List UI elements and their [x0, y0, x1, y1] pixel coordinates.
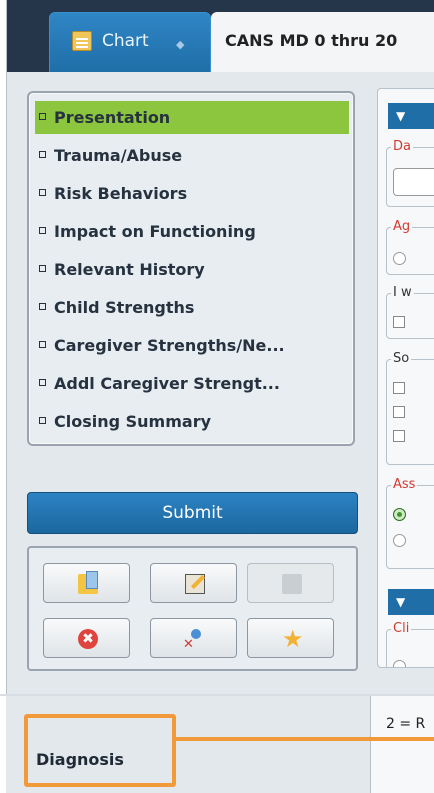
bullet-icon [39, 379, 46, 386]
assessment-label: Ass [391, 477, 418, 492]
nav-item-caregiver-strengths[interactable]: Caregiver Strengths/Ne... [35, 329, 349, 362]
bottom-right-panel [370, 696, 434, 793]
sticky-note-icon [282, 574, 302, 594]
nav-item-addl-caregiver-strengths[interactable]: Addl Caregiver Strengt... [35, 367, 349, 400]
nav-item-child-strengths[interactable]: Child Strengths [35, 291, 349, 324]
tab-strip: Chart ◆ CANS MD 0 thru 20 [7, 0, 434, 72]
bullet-icon [39, 151, 46, 158]
field-group-age: Ag [386, 219, 434, 275]
favorite-star-icon: ★ [282, 625, 304, 653]
field-group-source: So [386, 351, 434, 465]
iw-label: I w [391, 285, 414, 300]
tab-chart[interactable]: Chart ◆ [49, 12, 211, 72]
date-label: Da [391, 139, 413, 154]
nav-item-relevant-history[interactable]: Relevant History [35, 253, 349, 286]
collapse-icon: ▼ [396, 109, 406, 123]
assessment-radio[interactable] [393, 534, 406, 547]
toolbar-panel: ✖ ★ [27, 546, 358, 671]
bullet-icon [39, 265, 46, 272]
callout-connector [176, 737, 434, 741]
bullet-icon [39, 417, 46, 424]
source-checkbox-1[interactable] [393, 382, 405, 394]
source-checkbox-3[interactable] [393, 430, 405, 442]
tab-cans-label: CANS MD 0 thru 20 [225, 31, 398, 50]
bullet-icon [39, 189, 46, 196]
section-header-1[interactable]: ▼ [388, 103, 434, 129]
clinician-radio[interactable] [393, 660, 406, 667]
field-group-iw: I w [386, 285, 434, 339]
cancel-button[interactable]: ✖ [43, 618, 130, 658]
bullet-icon [39, 341, 46, 348]
age-radio[interactable] [393, 252, 406, 265]
tab-cans-md[interactable]: CANS MD 0 thru 20 [211, 12, 434, 72]
rating-text: 2 = R [386, 716, 426, 732]
nav-item-impact-on-functioning[interactable]: Impact on Functioning [35, 215, 349, 248]
field-group-assessment: Ass [386, 477, 434, 569]
field-group-clinician: Cli [386, 621, 434, 667]
age-label: Ag [391, 219, 413, 234]
tab-chart-label: Chart [102, 31, 149, 51]
remove-user-button[interactable] [150, 618, 237, 658]
pin-icon[interactable]: ◆ [176, 38, 184, 51]
callout-highlight-box [24, 714, 176, 787]
edit-note-button[interactable] [150, 563, 237, 603]
assessment-radio-selected[interactable] [393, 508, 406, 521]
bullet-icon [39, 227, 46, 234]
clinician-label: Cli [391, 621, 412, 636]
iw-checkbox[interactable] [393, 316, 405, 328]
open-document-button[interactable] [43, 563, 130, 603]
field-group-date: Da [386, 139, 434, 207]
form-area: ▼ Da Ag I w So Ass ▼ Cli [377, 88, 434, 668]
collapse-icon: ▼ [396, 595, 406, 609]
section-nav-panel: Presentation Trauma/Abuse Risk Behaviors… [27, 91, 355, 446]
submit-button[interactable]: Submit [27, 492, 358, 534]
favorite-button[interactable]: ★ [247, 618, 334, 658]
app-window: Chart ◆ CANS MD 0 thru 20 Presentation T… [6, 0, 434, 793]
nav-item-risk-behaviors[interactable]: Risk Behaviors [35, 177, 349, 210]
source-checkbox-2[interactable] [393, 406, 405, 418]
date-input[interactable] [393, 168, 434, 196]
open-document-icon [78, 571, 98, 594]
sticky-note-button[interactable] [247, 563, 334, 603]
clipboard-icon [72, 31, 92, 51]
bullet-icon [39, 113, 46, 120]
nav-item-closing-summary[interactable]: Closing Summary [35, 405, 349, 438]
edit-note-icon [185, 574, 205, 594]
bullet-icon [39, 303, 46, 310]
section-header-2[interactable]: ▼ [388, 589, 434, 615]
remove-user-icon [183, 629, 205, 652]
nav-item-presentation[interactable]: Presentation [35, 101, 349, 134]
nav-item-trauma-abuse[interactable]: Trauma/Abuse [35, 139, 349, 172]
cancel-icon: ✖ [78, 629, 98, 649]
source-label: So [391, 351, 412, 366]
